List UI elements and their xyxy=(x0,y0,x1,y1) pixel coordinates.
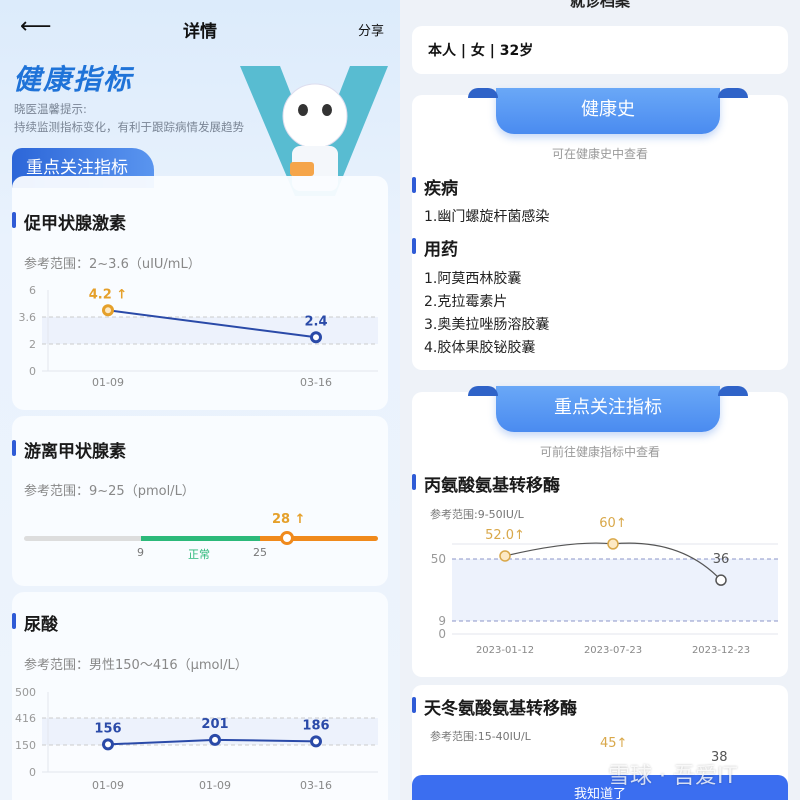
indicator-title: 尿酸 xyxy=(24,615,58,635)
indicator-title: 天冬氨酸氨基转移酶 xyxy=(424,699,577,719)
watermark: 雪球 · 吾爱IT xyxy=(608,764,737,789)
medicine-item: 3.奥美拉唑肠溶胶囊 xyxy=(424,317,550,333)
range-bar-normal xyxy=(141,536,260,541)
page-title: 详情 xyxy=(183,22,217,42)
data-label: 186 xyxy=(302,718,329,733)
value-label: 45↑ xyxy=(600,736,628,751)
x-tick-label: 03-16 xyxy=(300,779,332,792)
x-tick-label: 03-16 xyxy=(300,376,332,389)
data-point xyxy=(607,538,619,550)
hero-title: 健康指标 xyxy=(13,63,134,96)
medicine-title: 用药 xyxy=(424,240,458,260)
x-tick-label: 01-09 xyxy=(92,376,124,389)
y-tick-label: 6 xyxy=(29,284,36,297)
disease-item: 1.幽门螺旋杆菌感染 xyxy=(424,209,550,225)
reference-band xyxy=(42,317,378,344)
x-tick-label: 01-09 xyxy=(199,779,231,792)
data-label: 36 xyxy=(713,552,730,567)
health-history-banner: 健康史 xyxy=(468,88,748,134)
indicator-title: 游离甲状腺素 xyxy=(24,442,126,462)
key-indicators-banner: 重点关注指标 xyxy=(468,386,748,432)
alt-chart: 50 90 2023-01-12 2023-07-23 2023-12-23 52.0↑ 6… xyxy=(431,516,778,656)
tsh-chart: 6 3.6 2 0 01-09 03-16 4.2 ↑ 2.4 xyxy=(19,284,378,389)
reference-range: 参考范围:15-40IU/L xyxy=(430,730,531,743)
y-tick-label: 3.6 xyxy=(19,311,37,324)
title-marker xyxy=(12,212,16,228)
reference-range: 参考范围：9~25（pmol/L） xyxy=(24,484,195,499)
indicator-title: 丙氨酸氨基转移酶 xyxy=(424,476,560,496)
data-label: 201 xyxy=(201,717,228,732)
value-marker xyxy=(280,531,294,545)
y-tick-label: 0 xyxy=(29,766,36,779)
normal-label: 正常 xyxy=(188,548,210,561)
disease-title: 疾病 xyxy=(424,179,458,199)
range-high-label: 25 xyxy=(253,546,267,559)
reference-range: 参考范围：男性150～416（μmol/L） xyxy=(24,658,248,673)
data-label: 60↑ xyxy=(599,516,626,531)
data-point xyxy=(310,331,322,344)
y-tick-label: 0 xyxy=(438,627,446,641)
data-point xyxy=(499,550,511,562)
y-tick-label: 416 xyxy=(15,712,36,725)
reference-range: 参考范围：2~3.6（uIU/mL） xyxy=(24,257,201,272)
tip-label: 晓医温馨提示: xyxy=(14,102,87,116)
medicine-item: 1.阿莫西林胶囊 xyxy=(424,271,522,287)
share-button[interactable]: 分享 xyxy=(358,20,384,39)
value-label: 28 ↑ xyxy=(272,512,306,527)
y-tick-label: 150 xyxy=(15,739,36,752)
data-label: 52.0↑ xyxy=(485,528,525,543)
data-label: 4.2 ↑ xyxy=(89,287,127,302)
medicine-item: 4.胶体果胶铋胶囊 xyxy=(424,340,536,356)
x-tick-label: 2023-07-23 xyxy=(584,645,642,656)
data-point xyxy=(715,574,727,586)
range-low-label: 9 xyxy=(137,546,144,559)
y-tick-label: 50 xyxy=(431,552,446,566)
y-tick-label: 0 xyxy=(29,365,36,378)
range-bar-low xyxy=(24,536,141,541)
data-label: 156 xyxy=(94,721,121,736)
history-subtitle: 可在健康史中查看 xyxy=(551,147,648,161)
y-tick-label: 500 xyxy=(15,686,36,699)
data-point xyxy=(310,735,322,748)
data-point xyxy=(102,304,114,317)
title-marker xyxy=(412,238,416,254)
title-marker xyxy=(412,177,416,193)
x-tick-label: 2023-01-12 xyxy=(476,645,534,656)
medicine-item: 2.克拉霉素片 xyxy=(424,294,508,310)
top-title: 就诊档案 xyxy=(569,0,630,10)
y-tick-label: 2 xyxy=(29,338,36,351)
uric-acid-chart: 500 416 150 0 01-09 01-09 03-16 156 201 186 xyxy=(15,686,378,792)
key-subtitle: 可前往健康指标中查看 xyxy=(539,445,660,459)
data-point xyxy=(209,733,221,746)
left-screen: ⟵ 详情 分享 健康指标 晓医温馨提示: 持续监测指标变化，有利于跟踪病情发展趋… xyxy=(0,0,400,800)
right-screen: 就诊档案 本人 | 女 | 32岁 健康史 可在健康史中查看 疾病 1.幽门螺旋… xyxy=(400,0,800,800)
title-marker xyxy=(412,697,416,713)
tip-text: 持续监测指标变化，有利于跟踪病情发展趋势 xyxy=(14,120,244,134)
title-marker xyxy=(412,474,416,490)
title-marker xyxy=(12,613,16,629)
title-marker xyxy=(12,440,16,456)
range-bar-high xyxy=(260,536,378,541)
patient-info: 本人 | 女 | 32岁 xyxy=(428,43,534,59)
x-tick-label: 01-09 xyxy=(92,779,124,792)
indicator-title: 促甲状腺激素 xyxy=(24,214,126,234)
reference-band xyxy=(452,559,778,621)
x-tick-label: 2023-12-23 xyxy=(692,645,750,656)
data-label: 2.4 xyxy=(304,314,327,329)
data-point xyxy=(102,738,114,751)
y-tick-label: 9 xyxy=(438,614,446,628)
